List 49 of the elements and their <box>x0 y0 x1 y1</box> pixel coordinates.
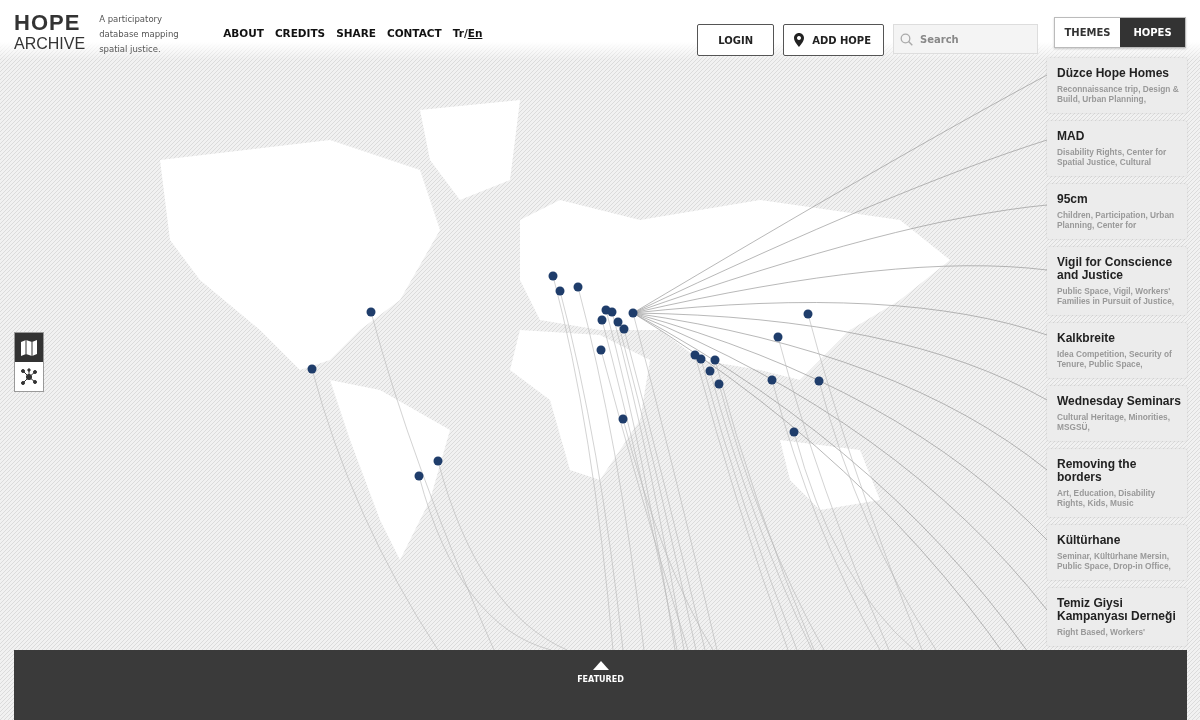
hope-card[interactable]: MAD Disability Rights, Center for Spatial Justice, Cultural <box>1047 121 1187 176</box>
hope-tags: Reconnaissance trip, Design & Build, Urban Planning, <box>1057 84 1182 104</box>
hope-card[interactable]: 95cm Children, Participation, Urban Planning, Center for <box>1047 184 1187 239</box>
network-icon <box>20 367 38 386</box>
up-triangle-icon <box>592 661 609 670</box>
hope-card[interactable]: Temiz Giysi Kampanyası Derneği Right Based, Workers' <box>1047 588 1187 646</box>
hope-tags: Art, Education, Disability Rights, Kids, Music <box>1057 488 1182 508</box>
hope-title: Vigil for Conscience and Justice <box>1057 256 1174 282</box>
logo-subtitle[interactable]: ARCHIVE <box>14 36 86 52</box>
language-link[interactable]: En <box>467 27 483 39</box>
view-tab[interactable]: THEMES <box>1055 18 1120 47</box>
hope-card[interactable]: Wednesday Seminars Cultural Heritage, Minorities, MSGSÜ, <box>1047 386 1187 441</box>
map-view-button[interactable] <box>15 333 43 362</box>
login-button[interactable]: LOGIN <box>697 24 775 56</box>
map-pin-icon <box>794 33 805 47</box>
hope-tags: Children, Participation, Urban Planning, Center for <box>1057 210 1182 230</box>
language-separator: / <box>463 27 468 39</box>
nav-link[interactable]: CONTACT <box>386 27 442 39</box>
hope-title: Kalkbreite <box>1057 332 1117 345</box>
nav-link[interactable]: CREDITS <box>274 27 326 39</box>
hope-tags: Cultural Heritage, Minorities, MSGSÜ, <box>1057 412 1182 432</box>
hope-card[interactable]: Kalkbreite Idea Competition, Security of Tenure, Public Space, <box>1047 323 1187 378</box>
hope-tags: Disability Rights, Center for Spatial Justice, Cultural <box>1057 147 1182 167</box>
hope-card[interactable]: Removing the borders Art, Education, Disability Rights, Kids, Music <box>1047 449 1187 517</box>
network-view-button[interactable] <box>15 362 43 391</box>
hope-title: Wednesday Seminars <box>1057 395 1182 408</box>
view-tab[interactable]: HOPES <box>1120 18 1185 47</box>
hope-title: Temiz Giysi Kampanyası Derneği <box>1057 597 1177 623</box>
hope-title: Düzce Hope Homes <box>1057 67 1171 80</box>
featured-toggle[interactable]: FEATURED <box>575 661 626 689</box>
hope-card[interactable]: Düzce Hope Homes Reconnaissance trip, Design & Build, Urban Planning, <box>1047 58 1187 113</box>
hope-tags: Idea Competition, Security of Tenure, Public Space, <box>1057 349 1182 369</box>
hope-title: 95cm <box>1057 193 1089 206</box>
hope-title: MAD <box>1057 130 1086 143</box>
tagline: A participatory database mapping spatial justice. <box>99 13 180 56</box>
add-hope-button[interactable]: ADD HOPE <box>783 24 884 56</box>
hope-card[interactable]: Vigil for Conscience and Justice Public Space, Vigil, Workers' Families in Pursuit of Justice, <box>1047 247 1187 315</box>
nav-link[interactable]: ABOUT <box>223 27 264 39</box>
logo-title[interactable]: HOPE <box>14 12 86 34</box>
hope-tags: Seminar, Kültürhane Mersin, Public Space, Drop-in Office, <box>1057 551 1182 571</box>
hope-title: Kültürhane <box>1057 534 1122 547</box>
hope-card[interactable]: Kültürhane Seminar, Kültürhane Mersin, Public Space, Drop-in Office, <box>1047 525 1187 580</box>
hope-tags: Public Space, Vigil, Workers' Families in Pursuit of Justice, <box>1057 286 1182 306</box>
folded-map-icon <box>20 338 38 357</box>
hope-title: Removing the borders <box>1057 458 1138 484</box>
hope-tags: Right Based, Workers' <box>1057 627 1182 637</box>
search-field[interactable]: Search <box>893 24 1038 54</box>
language-link[interactable]: Tr <box>452 27 464 39</box>
nav-link[interactable]: SHARE <box>336 27 376 39</box>
